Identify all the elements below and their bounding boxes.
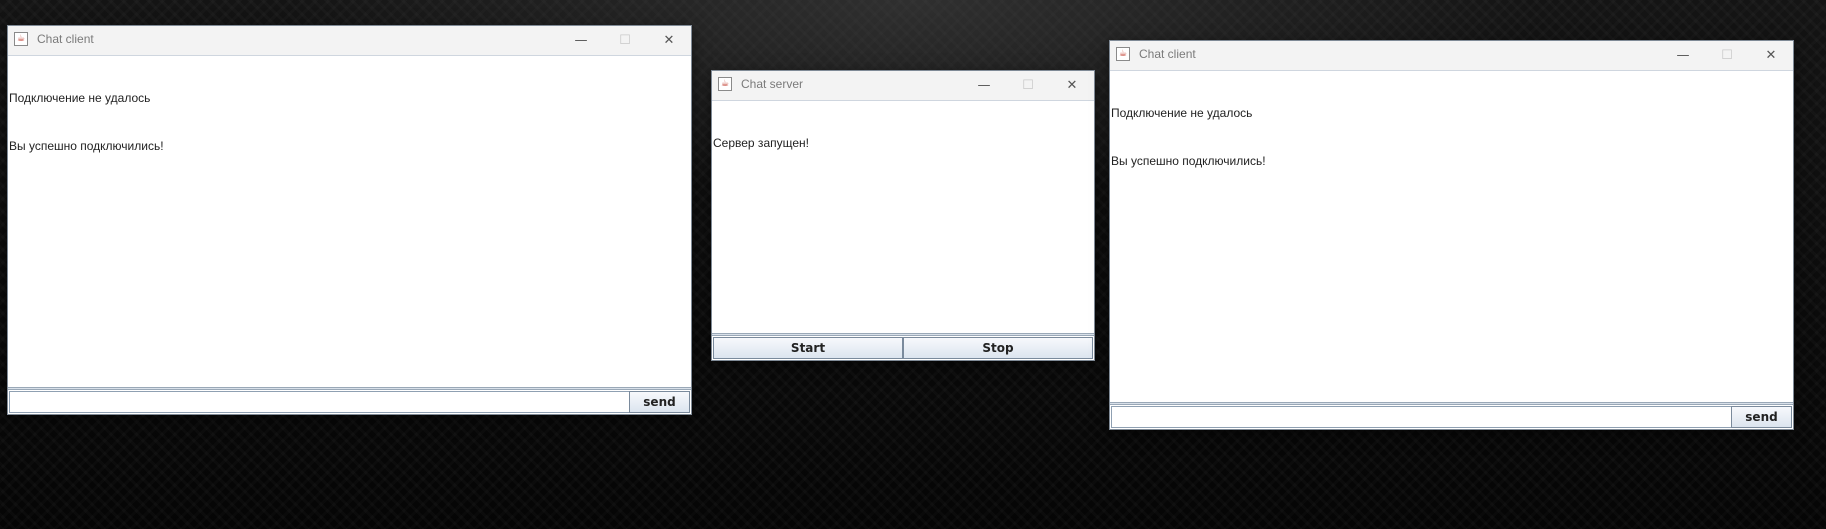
titlebar[interactable]: ☕ Chat client — ☐ ✕	[8, 26, 691, 56]
start-button[interactable]: Start	[713, 337, 903, 359]
divider	[712, 333, 1094, 336]
window-title: Chat server	[741, 77, 804, 91]
send-button[interactable]: send	[1731, 406, 1792, 428]
chat-message: Вы успешно подключились!	[1111, 154, 1266, 168]
chat-message: Подключение не удалось	[9, 91, 151, 105]
chat-log[interactable]: Подключение не удалось Вы успешно подклю…	[8, 56, 691, 386]
minimize-icon[interactable]: —	[962, 71, 1006, 100]
window-title: Chat client	[37, 32, 94, 46]
divider	[8, 387, 691, 390]
window-title: Chat client	[1139, 47, 1196, 61]
stop-button[interactable]: Stop	[903, 337, 1093, 359]
minimize-icon[interactable]: —	[1661, 41, 1705, 70]
minimize-icon[interactable]: —	[559, 26, 603, 55]
chat-message: Подключение не удалось	[1111, 106, 1253, 120]
server-log[interactable]: Сервер запущен!	[712, 101, 1094, 332]
log-message: Сервер запущен!	[713, 136, 809, 150]
maximize-icon[interactable]: ☐	[1705, 41, 1749, 70]
java-app-icon: ☕	[718, 77, 732, 91]
divider	[1110, 402, 1793, 405]
chat-message: Вы успешно подключились!	[9, 139, 164, 153]
maximize-icon[interactable]: ☐	[603, 26, 647, 55]
java-app-icon: ☕	[14, 32, 28, 46]
titlebar[interactable]: ☕ Chat client — ☐ ✕	[1110, 41, 1793, 71]
message-input[interactable]	[1111, 406, 1732, 428]
send-button[interactable]: send	[629, 391, 690, 413]
chat-client-window-right[interactable]: ☕ Chat client — ☐ ✕ Подключение не удало…	[1109, 40, 1794, 430]
maximize-icon[interactable]: ☐	[1006, 71, 1050, 100]
chat-client-window-left[interactable]: ☕ Chat client — ☐ ✕ Подключение не удало…	[7, 25, 692, 415]
close-icon[interactable]: ✕	[1749, 41, 1793, 70]
close-icon[interactable]: ✕	[1050, 71, 1094, 100]
chat-server-window[interactable]: ☕ Chat server — ☐ ✕ Сервер запущен! Star…	[711, 70, 1095, 361]
message-input[interactable]	[9, 391, 630, 413]
titlebar[interactable]: ☕ Chat server — ☐ ✕	[712, 71, 1094, 101]
close-icon[interactable]: ✕	[647, 26, 691, 55]
java-app-icon: ☕	[1116, 47, 1130, 61]
chat-log[interactable]: Подключение не удалось Вы успешно подклю…	[1110, 71, 1793, 401]
